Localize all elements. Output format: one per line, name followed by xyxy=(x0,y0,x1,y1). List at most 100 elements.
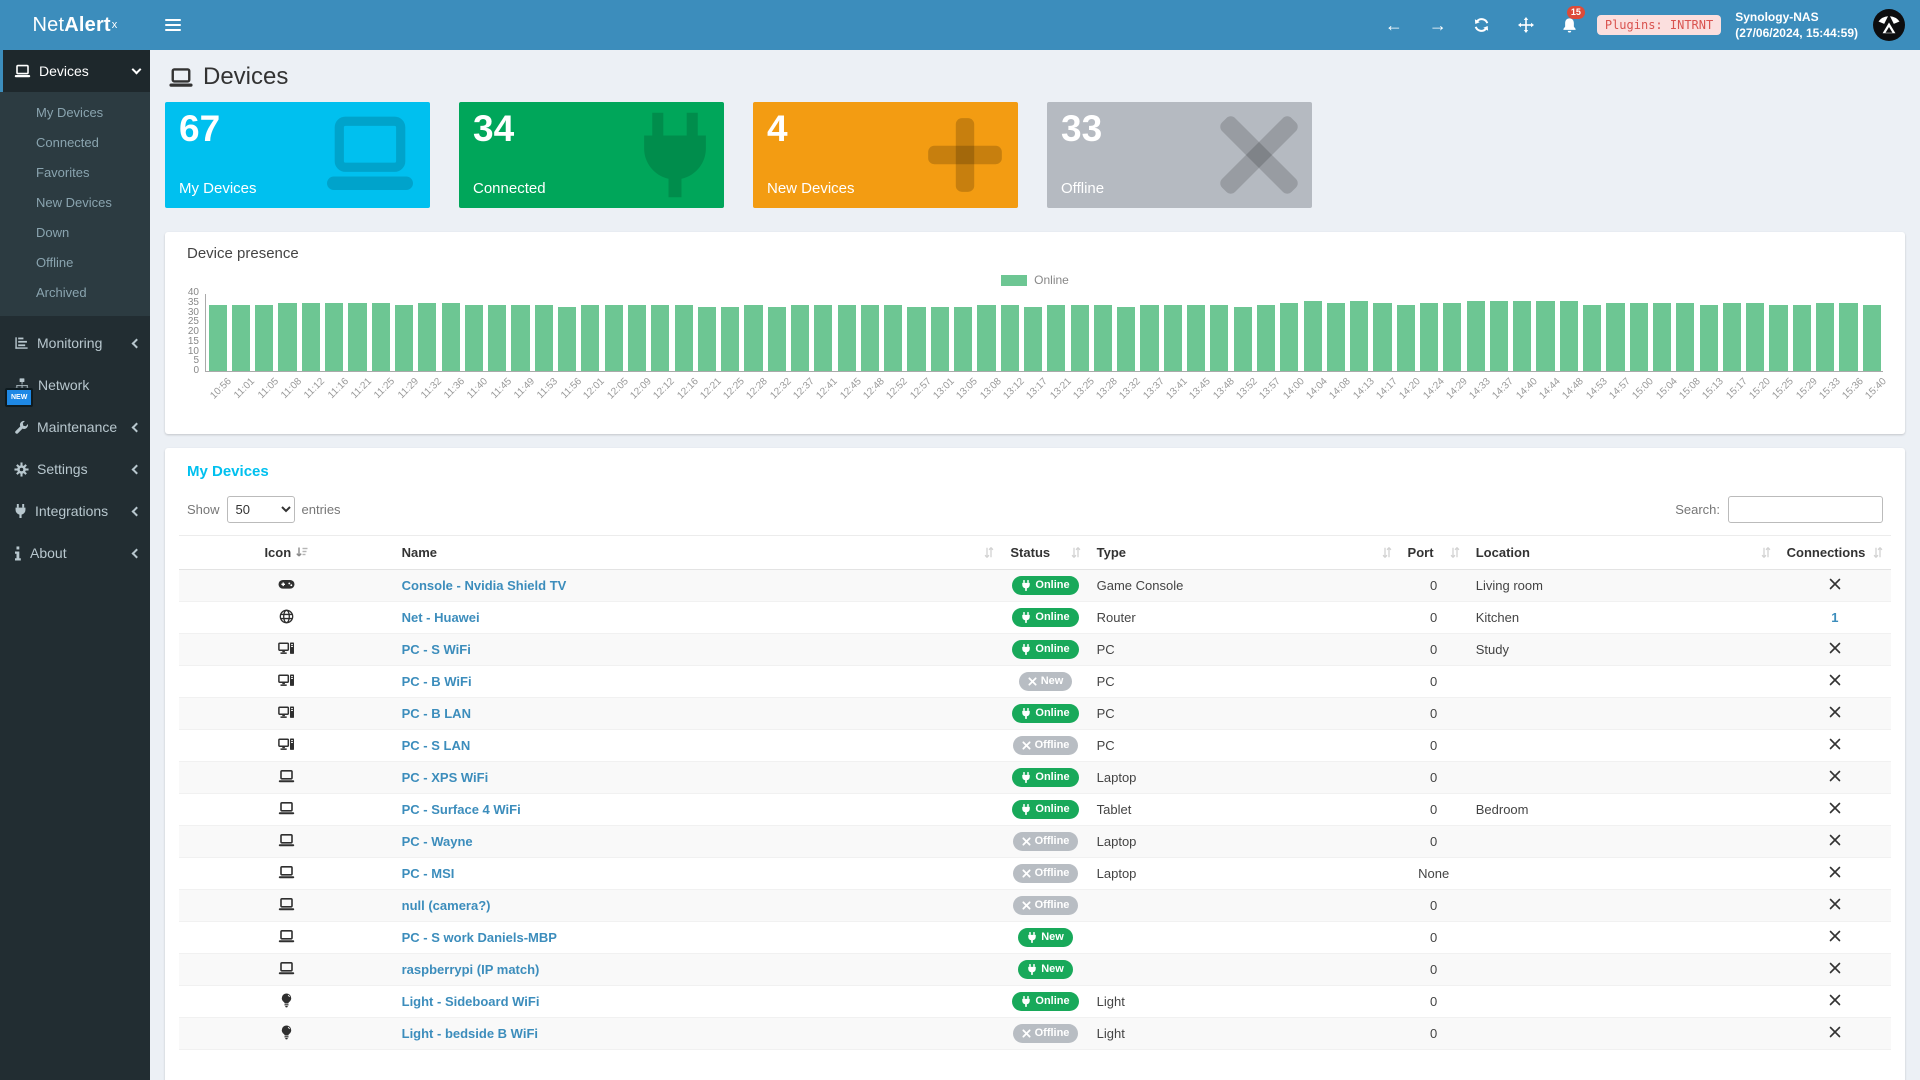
delete-connection-button[interactable] xyxy=(1829,578,1841,593)
status-badge: New xyxy=(1018,960,1073,978)
delete-connection-button[interactable] xyxy=(1829,674,1841,689)
delete-connection-button[interactable] xyxy=(1829,866,1841,881)
sort-active-icon xyxy=(295,546,308,559)
x-axis-slot: 13:01 xyxy=(928,372,951,426)
chart-bar xyxy=(1700,305,1718,371)
sidebar-item-offline[interactable]: Offline xyxy=(0,248,150,278)
sidebar-toggle-button[interactable] xyxy=(150,0,196,50)
x-axis-slot: 14:04 xyxy=(1301,372,1324,426)
status-badge: New xyxy=(1018,928,1073,946)
move-resize-icon[interactable] xyxy=(1509,0,1543,50)
delete-connection-button[interactable] xyxy=(1829,738,1841,753)
sidebar-item-about[interactable]: About xyxy=(0,532,150,574)
column-header-location[interactable]: Location xyxy=(1468,536,1779,570)
chart-bar-slot xyxy=(765,294,788,371)
delete-connection-button[interactable] xyxy=(1829,962,1841,977)
device-name-link[interactable]: Light - bedside B WiFi xyxy=(402,1026,538,1041)
device-name-link[interactable]: PC - MSI xyxy=(402,866,455,881)
close-icon xyxy=(1829,866,1841,878)
device-name-link[interactable]: Net - Huawei xyxy=(402,610,480,625)
chart-bar-slot xyxy=(1697,294,1720,371)
plugins-status-badge[interactable]: Plugins: INTRNT xyxy=(1597,15,1721,35)
plug-icon xyxy=(1021,580,1031,591)
x-axis-slot: 12:09 xyxy=(625,372,648,426)
delete-connection-button[interactable] xyxy=(1829,770,1841,785)
sidebar-item-favorites[interactable]: Favorites xyxy=(0,158,150,188)
device-type-cell: PC xyxy=(1089,730,1400,762)
column-header-type[interactable]: Type xyxy=(1089,536,1400,570)
delete-connection-button[interactable] xyxy=(1829,930,1841,945)
sidebar-item-maintenance[interactable]: Maintenance xyxy=(0,406,150,448)
chart-bar xyxy=(1071,305,1089,371)
chart-bar xyxy=(1094,305,1112,371)
stat-card-my-devices[interactable]: 67 My Devices xyxy=(165,102,430,208)
connections-count-link[interactable]: 1 xyxy=(1831,610,1838,625)
app-logo[interactable]: NetAlertx xyxy=(0,0,150,50)
device-name-link[interactable]: null (camera?) xyxy=(402,898,491,913)
delete-connection-button[interactable] xyxy=(1829,802,1841,817)
page-length-select[interactable]: 50 xyxy=(227,496,295,523)
notifications-bell-icon[interactable]: 15 xyxy=(1553,0,1587,50)
sidebar-item-devices[interactable]: Devices xyxy=(0,50,150,92)
my-devices-panel: My Devices Show 50 entries Search: Icon … xyxy=(165,448,1905,1080)
device-name-link[interactable]: PC - S LAN xyxy=(402,738,471,753)
stat-card-offline[interactable]: 33 Offline xyxy=(1047,102,1312,208)
x-axis-slot: 11:40 xyxy=(461,372,484,426)
x-axis-slot: 12:52 xyxy=(881,372,904,426)
stat-label: My Devices xyxy=(179,180,257,197)
chart-bar xyxy=(511,305,529,371)
device-name-link[interactable]: PC - Wayne xyxy=(402,834,473,849)
device-name-link[interactable]: PC - XPS WiFi xyxy=(402,770,489,785)
nav-back-button[interactable]: ← xyxy=(1377,0,1411,50)
stat-cards: 67 My Devices 34 Connected 4 New Devices… xyxy=(150,100,1920,208)
x-icon xyxy=(1022,1029,1031,1038)
x-axis-slot: 11:49 xyxy=(508,372,531,426)
sidebar-item-down[interactable]: Down xyxy=(0,218,150,248)
device-name-link[interactable]: raspberrypi (IP match) xyxy=(402,962,540,977)
delete-connection-button[interactable] xyxy=(1829,706,1841,721)
sidebar-item-connected[interactable]: Connected xyxy=(0,128,150,158)
device-connections-cell xyxy=(1779,634,1891,666)
chart-bar xyxy=(1257,305,1275,371)
device-name-link[interactable]: PC - S work Daniels-MBP xyxy=(402,930,557,945)
stat-card-new-devices[interactable]: 4 New Devices xyxy=(753,102,1018,208)
delete-connection-button[interactable] xyxy=(1829,1026,1841,1041)
column-header-connections[interactable]: Connections xyxy=(1779,536,1891,570)
column-header-icon[interactable]: Icon xyxy=(179,536,394,570)
device-location-cell: Bedroom xyxy=(1468,794,1779,826)
sidebar-item-monitoring[interactable]: Monitoring xyxy=(0,322,150,364)
sidebar-item-my-devices[interactable]: My Devices xyxy=(0,98,150,128)
device-type-cell xyxy=(1089,954,1400,986)
device-name-link[interactable]: PC - S WiFi xyxy=(402,642,471,657)
x-icon xyxy=(1022,741,1031,750)
device-name-link[interactable]: PC - Surface 4 WiFi xyxy=(402,802,521,817)
device-location-cell xyxy=(1468,826,1779,858)
refresh-icon[interactable] xyxy=(1465,0,1499,50)
delete-connection-button[interactable] xyxy=(1829,994,1841,1009)
x-icon xyxy=(1022,869,1031,878)
search-input[interactable] xyxy=(1728,496,1883,523)
column-header-port[interactable]: Port xyxy=(1400,536,1468,570)
device-name-link[interactable]: PC - B LAN xyxy=(402,706,471,721)
device-name-cell: PC - S work Daniels-MBP xyxy=(394,922,1003,954)
stat-card-connected[interactable]: 34 Connected xyxy=(459,102,724,208)
column-header-status[interactable]: Status xyxy=(1002,536,1088,570)
x-axis-slot: 13:41 xyxy=(1161,372,1184,426)
delete-connection-button[interactable] xyxy=(1829,898,1841,913)
device-name-link[interactable]: Light - Sideboard WiFi xyxy=(402,994,540,1009)
x-axis-slot: 11:53 xyxy=(531,372,554,426)
sidebar-item-settings[interactable]: Settings xyxy=(0,448,150,490)
nav-forward-button[interactable]: → xyxy=(1421,0,1455,50)
sidebar-item-integrations[interactable]: Integrations xyxy=(0,490,150,532)
delete-connection-button[interactable] xyxy=(1829,834,1841,849)
device-name-link[interactable]: Console - Nvidia Shield TV xyxy=(402,578,567,593)
delete-connection-button[interactable] xyxy=(1829,642,1841,657)
sidebar-item-new-devices[interactable]: New Devices xyxy=(0,188,150,218)
sidebar-item-archived[interactable]: Archived xyxy=(0,278,150,308)
chart-bar xyxy=(721,307,739,371)
table-row: PC - S work Daniels-MBPNew0 xyxy=(179,922,1891,954)
user-avatar[interactable] xyxy=(1872,8,1906,42)
device-name-link[interactable]: PC - B WiFi xyxy=(402,674,472,689)
device-status-cell: New xyxy=(1002,922,1088,954)
column-header-name[interactable]: Name xyxy=(394,536,1003,570)
